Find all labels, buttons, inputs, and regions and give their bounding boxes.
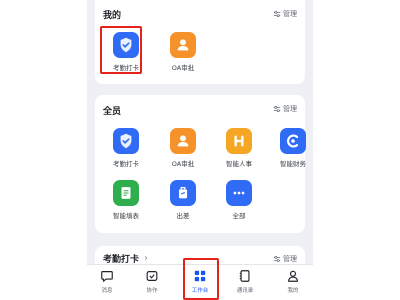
tab-messages[interactable]: 消息 xyxy=(89,269,125,294)
tab-label: 协作 xyxy=(146,288,158,294)
app-attendance[interactable]: 考勤打卡 xyxy=(102,128,150,168)
app-label: 智能填表 xyxy=(113,212,139,220)
tab-label: 消息 xyxy=(101,288,113,294)
oa-approval-person-icon xyxy=(170,32,196,58)
app-label: 考勤打卡 xyxy=(113,160,139,168)
collaboration-icon xyxy=(146,271,158,281)
smart-form-icon xyxy=(113,180,139,206)
chevron-right-icon: › xyxy=(144,253,149,264)
all-section-title: 全员 xyxy=(103,107,122,117)
app-smart-finance[interactable]: 智能财务 xyxy=(272,128,313,168)
tab-profile[interactable]: 我的 xyxy=(275,269,311,294)
tab-contacts[interactable]: 通讯录 xyxy=(227,269,263,294)
my-section-title: 我的 xyxy=(103,11,122,21)
message-icon xyxy=(101,271,113,282)
tab-label: 通讯录 xyxy=(236,288,254,294)
app-business-trip[interactable]: 出差 xyxy=(159,180,207,220)
tab-label: 我的 xyxy=(287,288,299,294)
all-manage-button[interactable]: 管理 xyxy=(273,104,297,114)
app-all[interactable]: 全部 xyxy=(215,180,263,220)
app-smart-hr[interactable]: 智能人事 xyxy=(215,128,263,168)
app-label: 智能人事 xyxy=(226,160,252,168)
app-label: 全部 xyxy=(232,212,246,220)
attendance-manage-label: 管理 xyxy=(283,255,297,263)
app-label: 出差 xyxy=(176,212,190,220)
highlight-box-attendance xyxy=(100,26,142,74)
attendance-shield-icon xyxy=(113,128,139,154)
settings-sliders-icon xyxy=(273,106,281,112)
smart-hr-icon xyxy=(226,128,252,154)
settings-sliders-icon xyxy=(273,256,281,262)
oa-approval-person-icon xyxy=(170,128,196,154)
my-manage-button[interactable]: 管理 xyxy=(273,9,297,19)
business-trip-luggage-icon xyxy=(170,180,196,206)
profile-icon xyxy=(288,270,298,282)
highlight-box-workbench xyxy=(183,258,219,300)
phone-screen: 我的 管理 考勤打卡 OA审批 全员 管理 考勤打卡 OA审批 智能人事 智能财… xyxy=(87,0,313,300)
app-oa-approval[interactable]: OA审批 xyxy=(159,128,207,168)
app-label: 智能财务 xyxy=(280,160,306,168)
app-oa-approval[interactable]: OA审批 xyxy=(159,32,207,72)
my-manage-label: 管理 xyxy=(283,10,297,18)
all-manage-label: 管理 xyxy=(283,105,297,113)
attendance-manage-button[interactable]: 管理 xyxy=(273,254,297,264)
app-smart-form[interactable]: 智能填表 xyxy=(102,180,150,220)
smart-finance-icon xyxy=(280,128,306,154)
all-staff-apps-card: 全员 管理 考勤打卡 OA审批 智能人事 智能财务 智能填表 出差 全部 xyxy=(95,95,306,233)
more-dots-icon xyxy=(226,180,252,206)
tab-collaboration[interactable]: 协作 xyxy=(134,269,170,294)
contacts-icon xyxy=(239,270,250,282)
app-label: OA审批 xyxy=(171,160,195,168)
app-label: OA审批 xyxy=(171,64,195,72)
settings-sliders-icon xyxy=(273,11,281,17)
